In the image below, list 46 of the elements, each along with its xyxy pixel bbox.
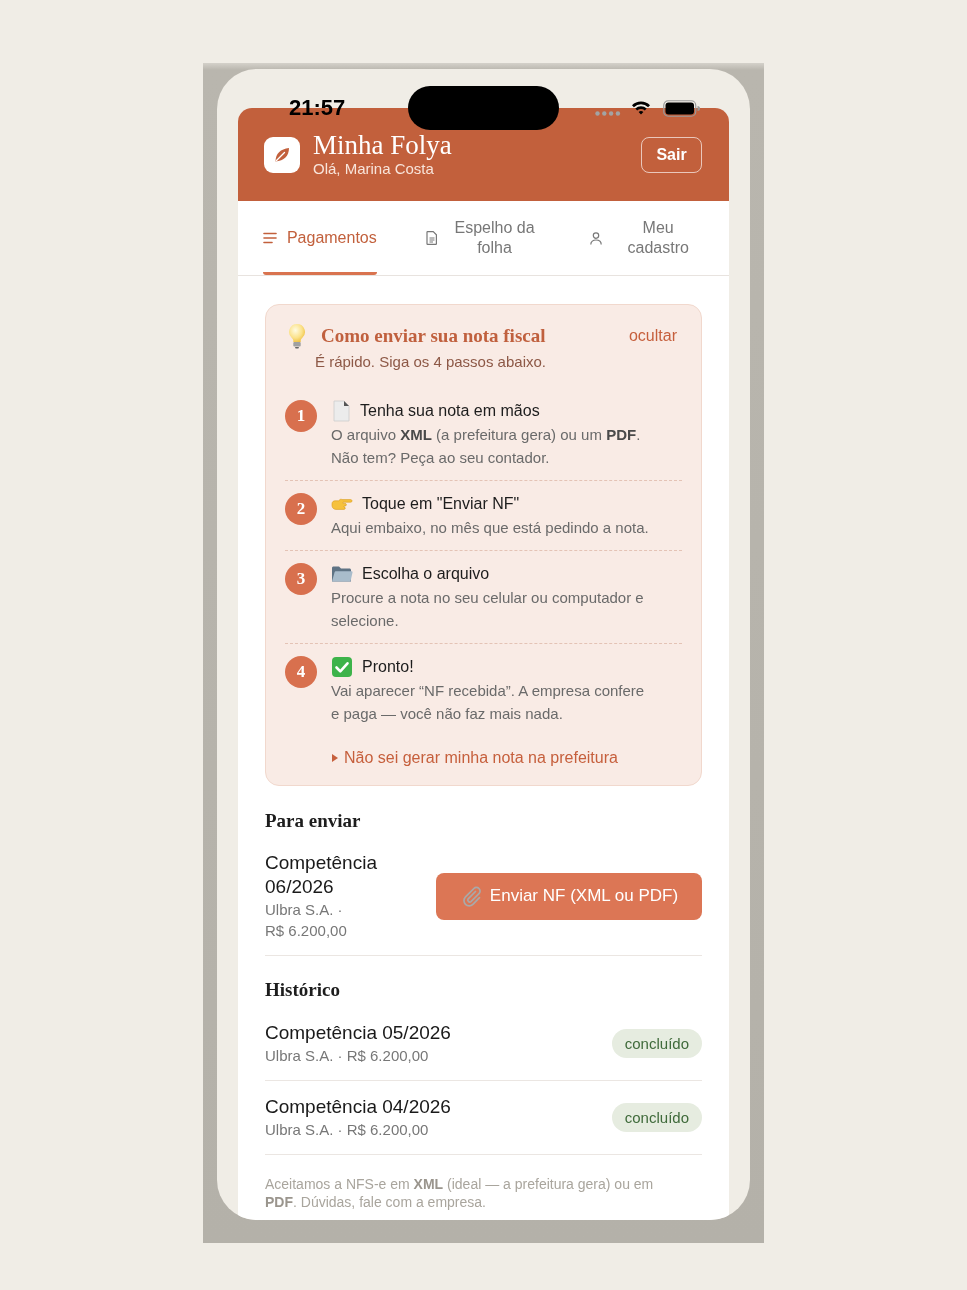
step-description: Procure a nota no seu celular ou computador e selecione.	[331, 588, 645, 631]
footer-note: Aceitamos a NFS-e em XML (ideal — a prefeitura gera) ou em PDF. Dúvidas, fale com a empresa.	[265, 1175, 655, 1211]
wifi-icon	[631, 100, 651, 115]
caret-icon	[332, 754, 338, 762]
section-heading: Histórico	[265, 978, 341, 1002]
period-title: Competência 06/2026	[265, 851, 378, 899]
status-badge: concluído	[611, 1103, 702, 1132]
step-title: Pronto!	[362, 657, 414, 677]
greeting-text: Olá, Marina Costa	[313, 160, 435, 179]
person-icon	[589, 231, 602, 245]
tab[interactable]: Espelho da folha	[426, 201, 541, 275]
document-icon	[426, 231, 438, 245]
lightbulb-icon	[288, 323, 306, 349]
leaf-logo-icon	[264, 137, 300, 173]
step-title: Tenha sua nota em mãos	[360, 401, 540, 421]
guide-title: Como enviar sua nota fiscal	[321, 324, 546, 348]
battery-icon	[663, 100, 700, 117]
step-number: 2	[285, 493, 317, 525]
tab[interactable]: Pagamentos	[262, 201, 377, 275]
section-heading: Para enviar	[265, 809, 362, 833]
step-title: Escolha o arquivo	[362, 564, 490, 584]
step-description: O arquivo XML (a prefeitura gera) ou um PDF. Não tem? Peça ao seu contador.	[331, 425, 642, 468]
logout-button[interactable]: Sair	[641, 137, 702, 173]
period-title: Competência 05/2026	[265, 1021, 452, 1045]
tab[interactable]: Meu cadastro	[589, 201, 705, 275]
signal-icon	[595, 111, 621, 116]
hide-link[interactable]: ocultar	[628, 325, 677, 347]
send-invoice-button[interactable]: Enviar NF (XML ou PDF)	[436, 872, 702, 920]
pointing-hand-icon	[331, 496, 353, 511]
step-number: 3	[285, 563, 317, 595]
page-icon	[331, 399, 351, 422]
payer-amount: Ulbra S.A. · R$ 6.200,00	[265, 900, 348, 941]
payer-amount: Ulbra S.A. · R$ 6.200,00	[265, 1120, 430, 1140]
payer-amount: Ulbra S.A. · R$ 6.200,00	[265, 1046, 430, 1066]
step-number: 1	[285, 400, 317, 432]
list-icon	[262, 232, 277, 244]
period-title: Competência 04/2026	[265, 1095, 452, 1119]
step-number: 4	[285, 656, 317, 688]
check-icon	[331, 655, 353, 678]
step-description: Vai aparecer “NF recebida”. A empresa confere e paga — você não faz mais nada.	[331, 681, 646, 724]
help-link[interactable]: Não sei gerar minha nota na prefeitura	[332, 748, 618, 768]
step-description: Aqui embaixo, no mês que está pedindo a nota.	[331, 518, 650, 538]
status-badge: concluído	[611, 1029, 702, 1058]
step-title: Toque em "Enviar NF"	[362, 494, 520, 514]
guide-subtitle: É rápido. Siga os 4 passos abaixo.	[315, 352, 547, 372]
app-title: Minha Folya	[313, 131, 452, 159]
